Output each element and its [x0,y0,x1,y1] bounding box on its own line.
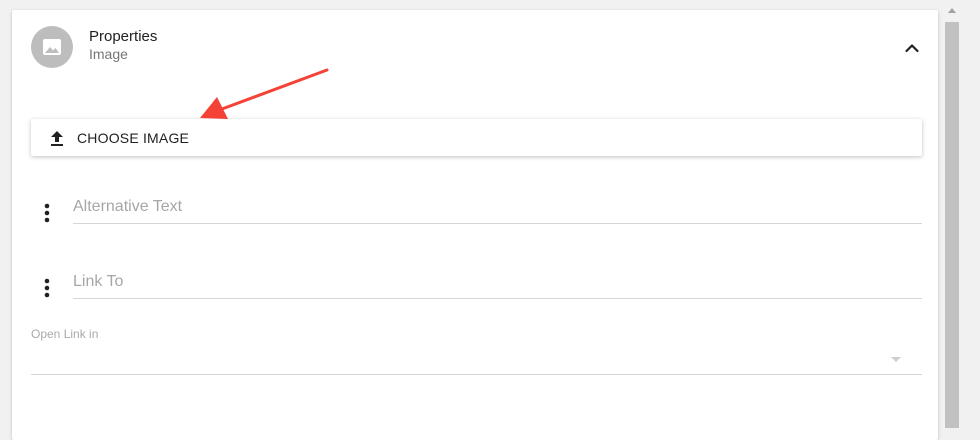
panel-header[interactable]: Properties Image [12,10,938,90]
more-vert-icon[interactable] [39,277,55,299]
properties-panel: Properties Image CHOOSE IMAGE Open Link … [12,10,938,440]
scrollbar[interactable] [943,0,963,428]
scroll-up-arrow-icon[interactable] [947,6,957,14]
alternative-text-row [31,190,922,230]
alternative-text-input[interactable] [73,190,922,224]
image-avatar [31,26,73,68]
dropdown-caret-icon [891,357,901,362]
link-to-input[interactable] [73,265,922,299]
upload-icon [51,130,63,146]
panel-subtitle: Image [89,46,128,62]
open-link-in-label: Open Link in [31,327,99,341]
more-vert-icon[interactable] [39,202,55,224]
choose-image-button[interactable]: CHOOSE IMAGE [31,119,922,156]
panel-title: Properties [89,28,158,45]
image-icon [43,39,61,55]
scrollbar-thumb[interactable] [945,22,959,428]
choose-image-label: CHOOSE IMAGE [77,129,190,146]
open-link-in-select[interactable] [31,346,922,375]
link-to-row [31,265,922,305]
chevron-up-icon[interactable] [902,38,922,58]
